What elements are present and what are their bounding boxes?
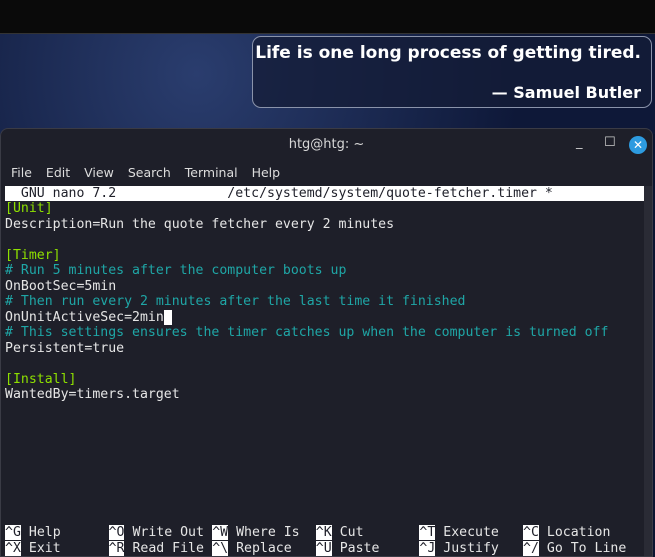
comment-line: # This settings ensures the timer catche… <box>5 325 609 340</box>
menu-terminal[interactable]: Terminal <box>185 165 238 180</box>
shortcut-key: ^W <box>212 525 229 540</box>
shortcut-go-to-line[interactable]: ^/ Go To Line <box>523 541 626 557</box>
shortcut-paste[interactable]: ^U Paste <box>315 541 380 557</box>
shortcut-key: ^G <box>5 525 21 540</box>
comment-line: # Run 5 minutes after the computer boots… <box>5 263 347 278</box>
editor-line: OnBootSec=5min <box>5 279 608 295</box>
shortcut-write-out[interactable]: ^O Write Out <box>108 525 204 541</box>
shortcut-label: Replace <box>236 541 292 556</box>
shortcut-key: ^X <box>5 541 21 556</box>
text-cursor <box>163 309 172 325</box>
shortcut-label: Read File <box>132 541 204 556</box>
editor-line: [Install] <box>5 372 608 388</box>
menu-edit[interactable]: Edit <box>46 165 70 180</box>
shortcut-where-is[interactable]: ^W Where Is <box>212 525 300 541</box>
shortcut-label: Exit <box>28 541 61 556</box>
shortcut-label: Cut <box>339 525 364 540</box>
shortcut-help[interactable]: ^G Help <box>5 525 61 541</box>
shortcut-key: ^J <box>419 541 436 556</box>
window-title: htg@htg: ~ <box>288 137 365 152</box>
editor-text-area[interactable]: [Unit] Description=Run the quote fetcher … <box>5 201 608 403</box>
shortcut-key: ^T <box>419 525 436 540</box>
shortcut-label: Help <box>28 525 61 540</box>
shortcut-key: ^\ <box>212 541 229 556</box>
quote-widget: Life is one long process of getting tire… <box>252 36 652 108</box>
shortcut-location[interactable]: ^C Location <box>523 525 610 541</box>
terminal-window: htg@htg: ~ _ ☐ ✕ File Edit View Search T… <box>0 128 653 557</box>
maximize-button[interactable]: ☐ <box>604 135 616 150</box>
nano-header: GNU nano 7.2 /etc/systemd/system/quote-f… <box>5 186 645 201</box>
top-panel <box>0 0 655 34</box>
config-line: Description=Run the quote fetcher every … <box>5 216 395 232</box>
shortcut-label: Justify <box>443 541 499 556</box>
editor-line: Description=Run the quote fetcher every … <box>5 217 608 233</box>
scrollbar[interactable] <box>644 186 652 556</box>
minimize-button[interactable]: _ <box>576 135 583 150</box>
section-header: [Install] <box>5 371 77 387</box>
editor-line: [Timer] <box>5 248 608 264</box>
config-line: Persistent=true <box>5 340 125 356</box>
shortcut-read-file[interactable]: ^R Read File <box>108 541 204 557</box>
editor-line: # Run 5 minutes after the computer boots… <box>5 263 608 279</box>
shortcut-key: ^/ <box>523 541 539 556</box>
menu-view[interactable]: View <box>84 165 114 180</box>
shortcut-key: ^K <box>315 525 332 540</box>
menu-search[interactable]: Search <box>128 165 171 180</box>
comment-line: # Then run every 2 minutes after the las… <box>5 294 466 309</box>
menu-help[interactable]: Help <box>252 165 281 180</box>
shortcut-exit[interactable]: ^X Exit <box>5 541 61 557</box>
shortcut-replace[interactable]: ^\ Replace <box>212 541 292 557</box>
quote-text: Life is one long process of getting tire… <box>255 43 641 63</box>
editor-line: # This settings ensures the timer catche… <box>5 325 608 341</box>
shortcut-label: Execute <box>443 525 499 540</box>
shortcut-key: ^R <box>108 541 125 556</box>
menu-bar: File Edit View Search Terminal Help <box>11 165 294 180</box>
shortcut-label: Where Is <box>236 525 300 540</box>
menu-file[interactable]: File <box>11 165 32 180</box>
shortcut-label: Location <box>546 525 611 540</box>
editor-line: WantedBy=timers.target <box>5 387 608 403</box>
shortcut-key: ^C <box>523 525 539 540</box>
shortcut-label: Paste <box>339 541 380 556</box>
shortcut-justify[interactable]: ^J Justify <box>419 541 499 557</box>
shortcut-label: Write Out <box>132 525 204 540</box>
shortcut-key: ^O <box>108 525 125 540</box>
shortcut-cut[interactable]: ^K Cut <box>315 525 364 541</box>
config-line: OnUnitActiveSec=2min <box>5 309 164 325</box>
close-button[interactable]: ✕ <box>629 136 647 154</box>
config-line: OnBootSec=5min <box>5 278 117 294</box>
quote-author: — Samuel Butler <box>491 83 641 102</box>
section-header: [Unit] <box>5 201 53 216</box>
shortcut-label: Go To Line <box>546 541 627 556</box>
shortcut-key: ^U <box>315 541 332 556</box>
section-header: [Timer] <box>5 247 61 263</box>
config-line: WantedBy=timers.target <box>5 387 180 402</box>
editor-line: OnUnitActiveSec=2min <box>5 309 608 326</box>
editor-line: # Then run every 2 minutes after the las… <box>5 294 608 310</box>
editor-line: Persistent=true <box>5 341 608 357</box>
editor-line: [Unit] <box>5 201 608 217</box>
shortcut-execute[interactable]: ^T Execute <box>419 525 499 541</box>
